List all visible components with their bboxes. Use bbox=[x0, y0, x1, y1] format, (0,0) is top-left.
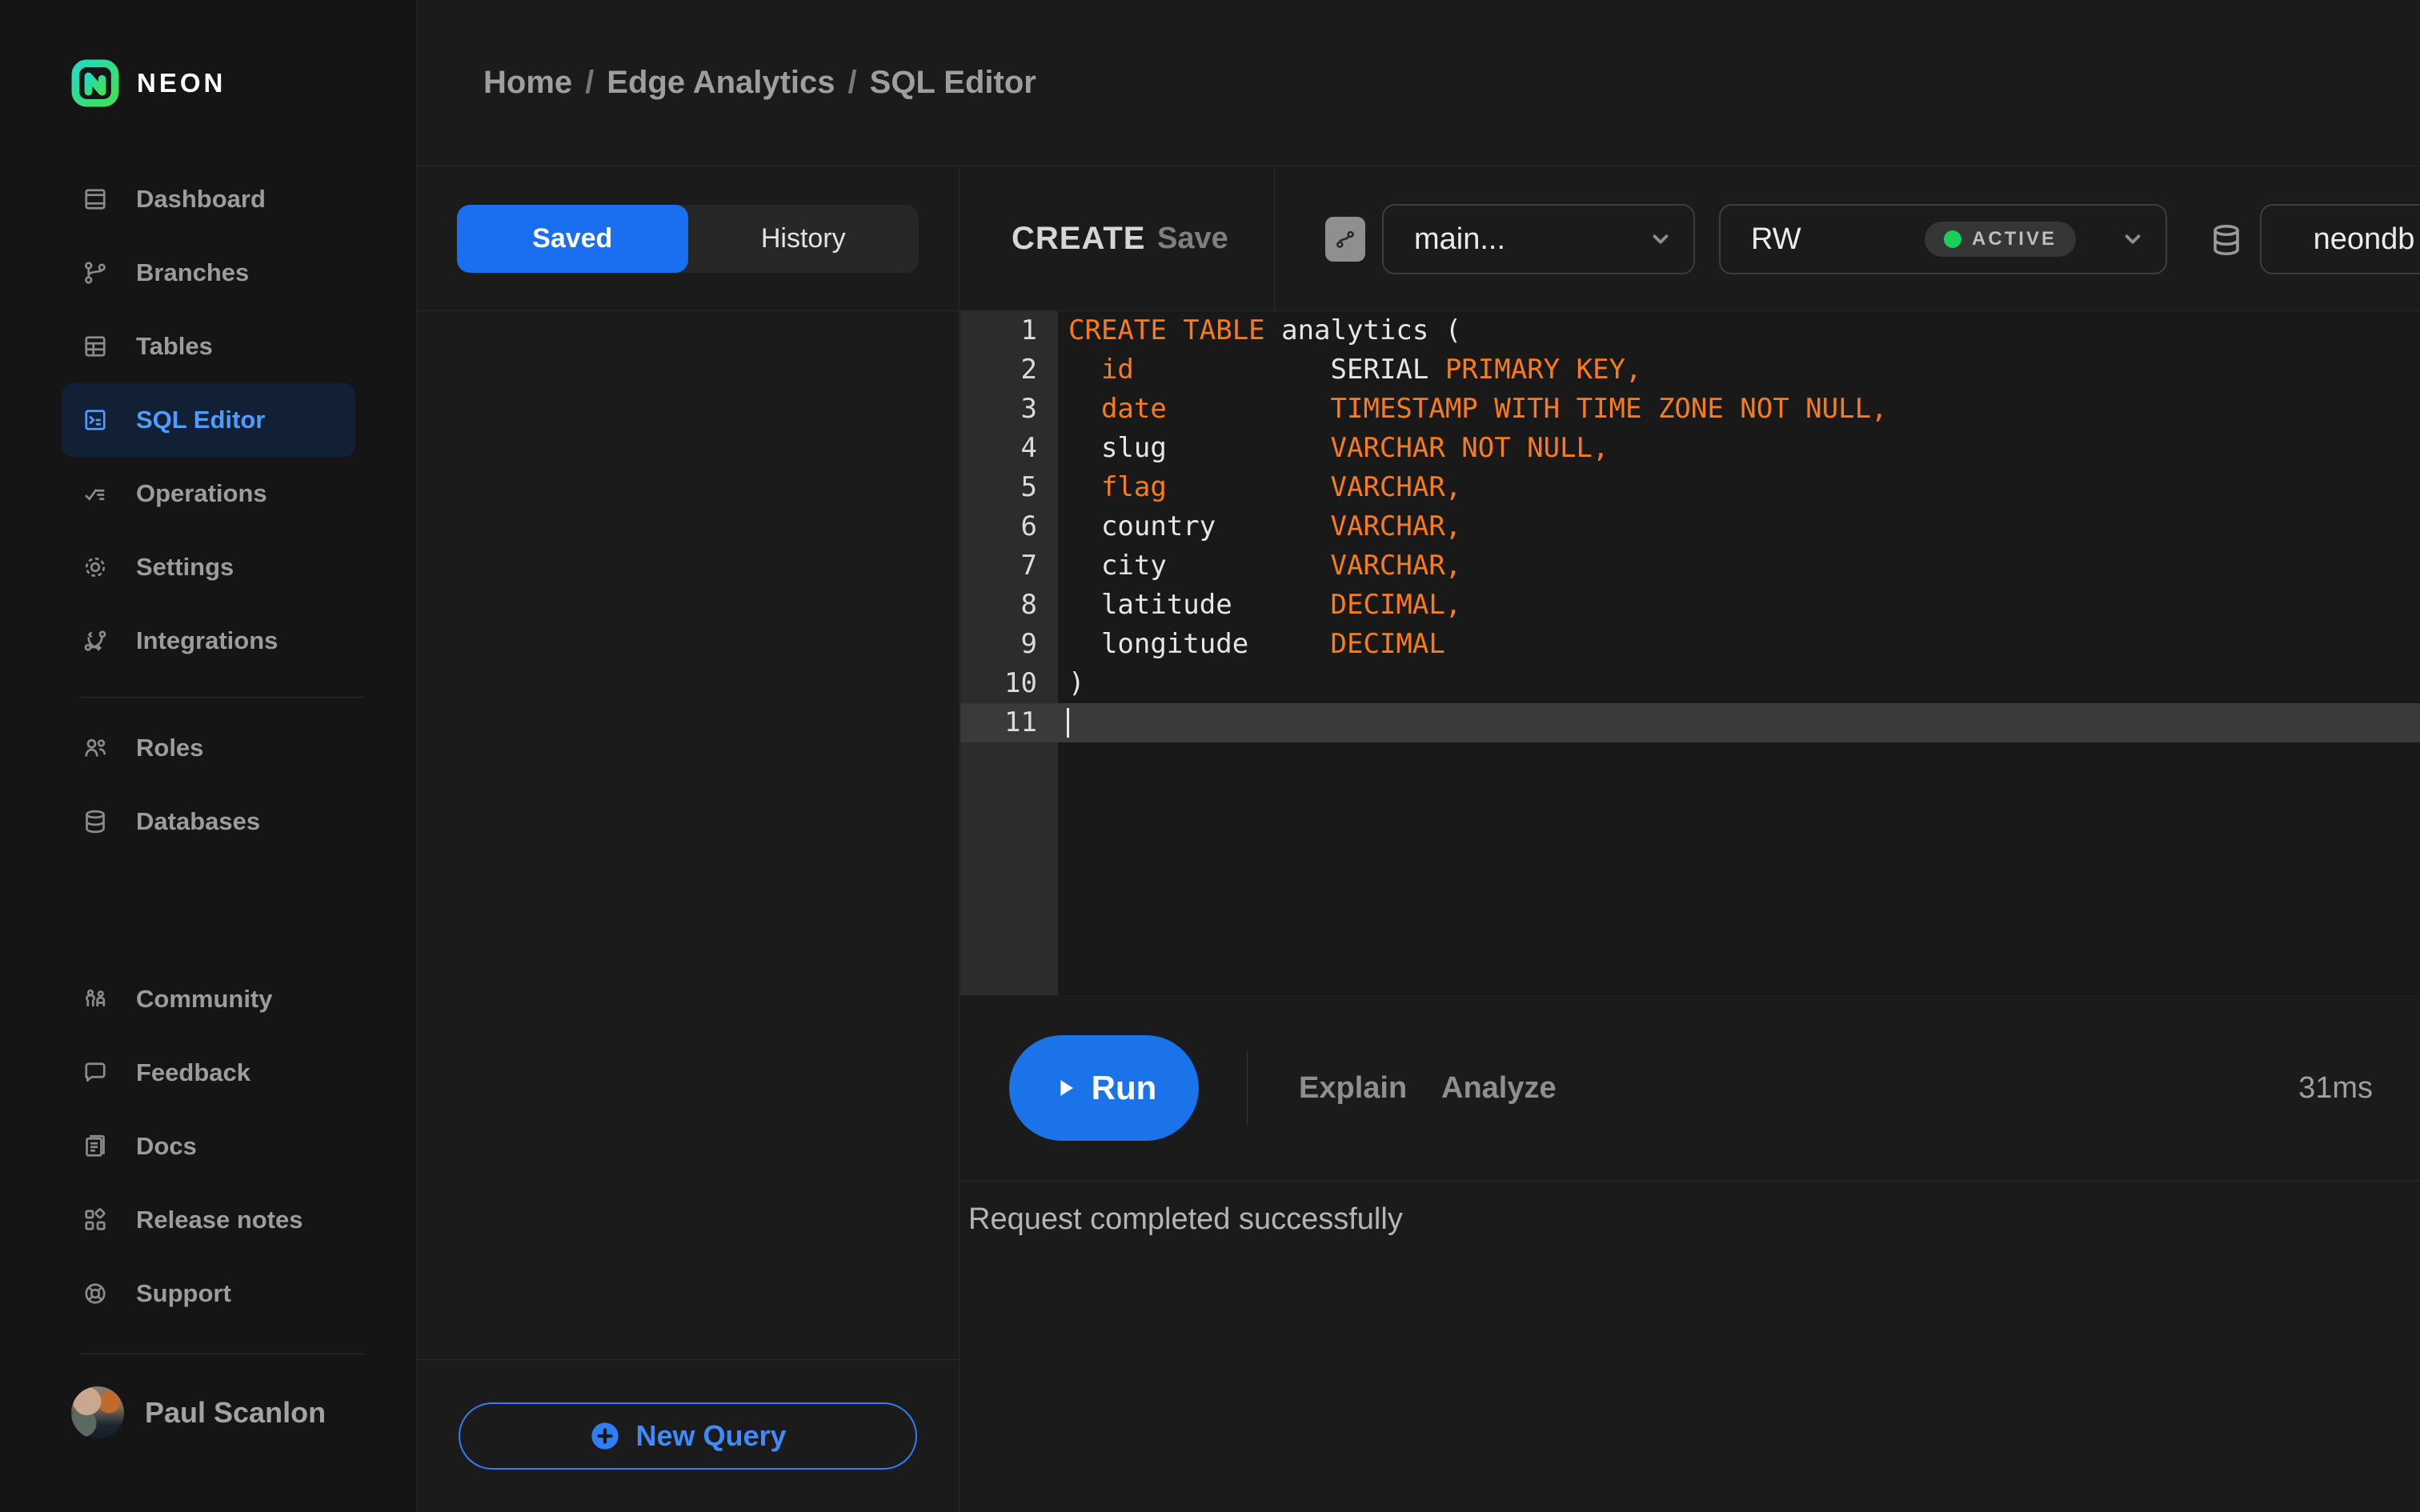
sidebar-item-databases[interactable]: Databases bbox=[0, 785, 417, 858]
code-line: 7 city VARCHAR, bbox=[1020, 550, 1462, 582]
code-lines: 1 CREATE TABLE analytics ( 2 id SERIAL P… bbox=[960, 311, 2420, 742]
sidebar-item-operations[interactable]: Operations bbox=[0, 457, 417, 530]
sidebar-item-docs[interactable]: Docs bbox=[0, 1110, 417, 1183]
user-name: Paul Scanlon bbox=[145, 1396, 327, 1429]
code-line: 4 slug VARCHAR NOT NULL, bbox=[1020, 432, 1609, 464]
breadcrumb-project[interactable]: Edge Analytics bbox=[607, 65, 835, 101]
chevron-down-icon bbox=[1653, 234, 1669, 244]
saved-query-list[interactable] bbox=[417, 311, 959, 1359]
run-button[interactable]: Run bbox=[1009, 1035, 1199, 1141]
play-icon bbox=[1060, 1080, 1073, 1096]
sidebar-item-sql-editor[interactable]: SQL Editor bbox=[62, 383, 355, 457]
sidebar-item-community[interactable]: Community bbox=[0, 962, 417, 1036]
database-icon bbox=[2207, 219, 2246, 261]
run-bar-divider bbox=[1247, 1052, 1248, 1124]
branch-icon bbox=[1336, 230, 1354, 248]
topbar: Home / Edge Analytics / SQL Editor bbox=[417, 0, 2420, 166]
sidebar: NEON Dashboard Branches Tables SQL Edito… bbox=[0, 0, 417, 1512]
save-button[interactable]: Save bbox=[1157, 166, 1228, 311]
integrations-icon bbox=[80, 626, 110, 656]
text-cursor bbox=[1067, 708, 1069, 738]
brand-name: NEON bbox=[137, 68, 226, 98]
sidebar-divider bbox=[80, 697, 364, 698]
plus-icon bbox=[591, 1422, 619, 1450]
analyze-button[interactable]: Analyze bbox=[1441, 995, 1557, 1182]
sidebar-item-feedback[interactable]: Feedback bbox=[0, 1036, 417, 1110]
sql-code-editor[interactable]: 1 CREATE TABLE analytics ( 2 id SERIAL P… bbox=[960, 311, 2420, 995]
tab-saved[interactable]: Saved bbox=[457, 204, 688, 273]
breadcrumb: Home / Edge Analytics / SQL Editor bbox=[483, 65, 1036, 101]
status-badge: ACTIVE bbox=[1924, 222, 2076, 257]
query-title: CREATE bbox=[1012, 221, 1146, 256]
sidebar-item-integrations[interactable]: Integrations bbox=[0, 604, 417, 678]
sidebar-nav-support: Community Feedback Docs Release notes Su… bbox=[0, 962, 417, 1330]
release-notes-icon bbox=[80, 1205, 110, 1235]
code-line: 10 ) bbox=[1004, 667, 1085, 699]
tables-icon bbox=[80, 331, 110, 362]
operations-icon bbox=[80, 478, 110, 509]
compute-select[interactable]: RW ACTIVE bbox=[1719, 204, 2167, 274]
sidebar-item-support[interactable]: Support bbox=[0, 1257, 417, 1330]
databases-icon bbox=[80, 806, 110, 837]
neon-logo[interactable]: NEON bbox=[71, 59, 226, 107]
new-query-button[interactable]: New Query bbox=[459, 1402, 917, 1470]
sidebar-item-dashboard[interactable]: Dashboard bbox=[0, 162, 417, 236]
feedback-chat-icon bbox=[80, 1058, 110, 1088]
query-panel-footer: New Query bbox=[417, 1359, 959, 1511]
settings-gear-icon bbox=[80, 552, 110, 582]
sidebar-item-settings[interactable]: Settings bbox=[0, 530, 417, 604]
sql-editor-panel: CREATE Save main... RW ACTIVE neondb 1 C… bbox=[960, 166, 2420, 1512]
active-dot-icon bbox=[1943, 230, 1961, 248]
query-panel-toolbar: Saved History bbox=[417, 166, 959, 311]
user-menu[interactable]: Paul Scanlon bbox=[71, 1386, 326, 1439]
sql-editor-icon bbox=[80, 405, 110, 435]
code-line: 6 country VARCHAR, bbox=[1020, 510, 1462, 542]
chevron-down-icon bbox=[2125, 234, 2141, 244]
code-line: 8 latitude DECIMAL, bbox=[1020, 589, 1462, 621]
code-line: 1 CREATE TABLE analytics ( bbox=[1020, 314, 1462, 346]
breadcrumb-current: SQL Editor bbox=[869, 65, 1036, 100]
code-line: 9 longitude DECIMAL bbox=[1020, 628, 1445, 660]
results-area: Request completed successfully bbox=[960, 1182, 2420, 1237]
results-message: Request completed successfully bbox=[968, 1202, 1403, 1236]
breadcrumb-separator: / bbox=[585, 65, 595, 100]
dashboard-icon bbox=[80, 184, 110, 214]
compute-select-value: RW bbox=[1751, 222, 1801, 256]
sidebar-item-release-notes[interactable]: Release notes bbox=[0, 1183, 417, 1257]
branch-select[interactable]: main... bbox=[1382, 204, 1695, 274]
sidebar-nav-data: Roles Databases bbox=[0, 711, 417, 858]
code-line: 2 id SERIAL PRIMARY KEY, bbox=[1020, 354, 1642, 386]
branches-icon bbox=[80, 258, 110, 288]
code-line: 3 date TIMESTAMP WITH TIME ZONE NOT NULL… bbox=[1020, 393, 1888, 425]
database-select-value: neondb bbox=[2313, 222, 2415, 256]
toolbar-divider bbox=[1274, 166, 1275, 311]
query-duration: 31ms bbox=[2298, 1071, 2373, 1105]
sidebar-item-tables[interactable]: Tables bbox=[0, 310, 417, 383]
query-panel: Saved History New Query bbox=[417, 166, 960, 1512]
roles-icon bbox=[80, 733, 110, 763]
breadcrumb-separator: / bbox=[847, 65, 857, 100]
run-bar: Run Explain Analyze 31ms bbox=[960, 995, 2420, 1182]
sidebar-item-roles[interactable]: Roles bbox=[0, 711, 417, 785]
code-line: 5 flag VARCHAR, bbox=[1020, 471, 1462, 503]
branch-select-value: main... bbox=[1414, 222, 1506, 256]
docs-icon bbox=[80, 1131, 110, 1162]
breadcrumb-home[interactable]: Home bbox=[483, 65, 572, 101]
support-lifering-icon bbox=[80, 1278, 110, 1309]
sidebar-item-branches[interactable]: Branches bbox=[0, 236, 417, 310]
neon-logo-icon bbox=[71, 59, 119, 107]
tab-history[interactable]: History bbox=[688, 205, 920, 273]
explain-button[interactable]: Explain bbox=[1299, 995, 1407, 1182]
avatar bbox=[71, 1386, 124, 1439]
community-icon bbox=[80, 984, 110, 1014]
code-line-active: 11 bbox=[960, 703, 2420, 742]
database-select[interactable]: neondb bbox=[2260, 204, 2420, 274]
sidebar-nav-main: Dashboard Branches Tables SQL Editor Ope… bbox=[0, 162, 417, 678]
saved-history-toggle: Saved History bbox=[457, 204, 920, 273]
branch-button[interactable] bbox=[1325, 217, 1365, 262]
editor-toolbar: CREATE Save main... RW ACTIVE neondb bbox=[960, 166, 2420, 311]
